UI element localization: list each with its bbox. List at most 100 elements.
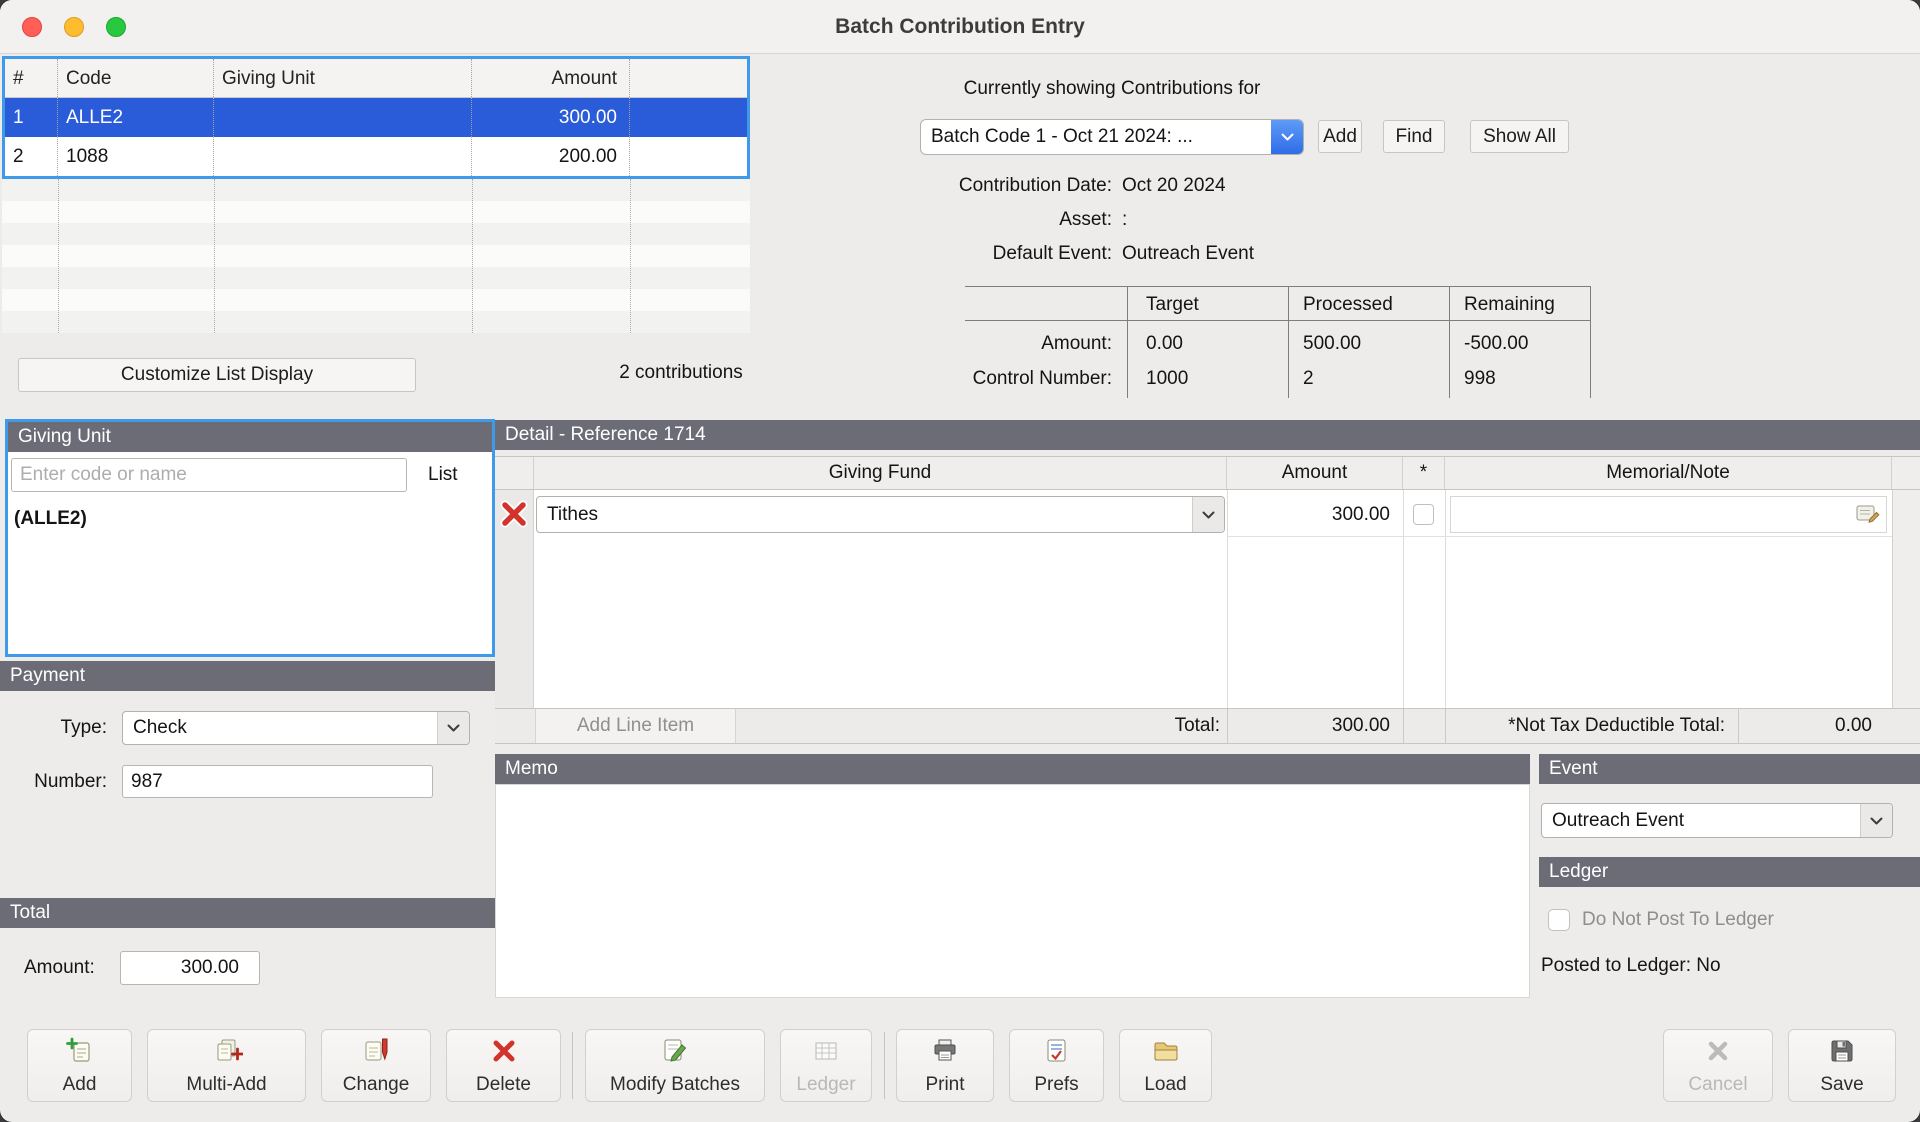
posted-to-ledger-status: Posted to Ledger: No [1541,953,1721,979]
batch-select[interactable]: Batch Code 1 - Oct 21 2024: ... [920,119,1304,155]
toolbar-prefs-label: Prefs [1034,1075,1078,1095]
multi-add-icon [210,1036,243,1072]
payment-number-input[interactable] [122,765,433,798]
line-item-ntd-checkbox[interactable] [1413,504,1434,525]
toolbar-cancel-label: Cancel [1688,1075,1747,1095]
memorial-note-field[interactable] [1450,496,1887,533]
cell-code: 1088 [58,137,214,176]
change-icon [361,1036,391,1072]
toolbar-print-button[interactable]: Print [896,1029,994,1102]
load-icon [1151,1036,1181,1072]
col-header-amount[interactable]: Amount [472,59,630,97]
toolbar-modify-batches-label: Modify Batches [610,1075,740,1095]
cell-code: ALLE2 [58,98,214,137]
ntd-total-value: 0.00 [1757,709,1872,743]
batch-find-button[interactable]: Find [1383,120,1445,153]
detail-section-header: Detail - Reference 1714 [495,420,1920,450]
cell-giving-unit [214,98,472,137]
toolbar-modify-batches-button[interactable]: Modify Batches [585,1029,765,1102]
contribution-row-1[interactable]: 1 ALLE2 300.00 [5,98,747,137]
toolbar-change-button[interactable]: Change [321,1029,431,1102]
giving-unit-search-input[interactable] [11,458,407,492]
memo-input[interactable] [495,784,1530,998]
cell-amount: 200.00 [472,137,630,176]
batch-add-button[interactable]: Add [1318,120,1362,153]
add-line-item-button[interactable]: Add Line Item [535,709,736,743]
toolbar-change-label: Change [343,1075,410,1095]
chevron-down-icon [1860,804,1892,837]
asset-label: Asset: [800,207,1112,233]
delete-icon [489,1036,519,1072]
toolbar-print-label: Print [925,1075,964,1095]
cancel-icon [1703,1036,1733,1072]
window-title: Batch Contribution Entry [0,0,1920,54]
toolbar-add-button[interactable]: Add [27,1029,132,1102]
detail-col-gutter-right [1892,457,1920,489]
toolbar-delete-button[interactable]: Delete [446,1029,561,1102]
detail-col-fund: Giving Fund [534,457,1227,489]
contribution-date-value: Oct 20 2024 [1122,173,1226,199]
detail-col-star: * [1403,457,1445,489]
footer-divider [1227,709,1228,743]
col-header-num[interactable]: # [5,59,58,97]
total-amount-field[interactable] [120,951,260,985]
col-header-extra [630,59,747,97]
detail-total-label: Total: [995,709,1220,743]
memorial-note-icon[interactable] [1855,502,1881,532]
show-all-button[interactable]: Show All [1470,120,1569,153]
add-icon [65,1036,95,1072]
batch-heading: Currently showing Contributions for [920,76,1304,102]
cell-extra [630,98,747,137]
detail-scrollbar-track[interactable] [1892,490,1920,708]
cell-amount: 300.00 [472,98,630,137]
column-divider [1227,490,1228,708]
contribution-row-2[interactable]: 2 1088 200.00 [5,137,747,176]
toolbar-multi-add-label: Multi-Add [186,1075,266,1095]
default-event-label: Default Event: [800,241,1112,267]
payment-type-select[interactable]: Check [122,711,470,745]
ntd-total-label: *Not Tax Deductible Total: [1453,709,1725,743]
ledger-section-header: Ledger [1539,857,1920,887]
giving-unit-section-header: Giving Unit [8,422,492,452]
contributions-empty-rows [2,179,750,333]
chevron-down-icon [1192,497,1224,532]
column-divider [630,179,631,333]
toolbar-prefs-button[interactable]: Prefs [1009,1029,1104,1102]
contribution-date-label: Contribution Date: [800,173,1112,199]
footer-divider [1403,709,1404,743]
payment-type-value: Check [123,717,437,739]
event-select[interactable]: Outreach Event [1541,803,1893,838]
toolbar-multi-add-button[interactable]: Multi-Add [147,1029,306,1102]
column-divider [58,179,59,333]
customize-list-display-button[interactable]: Customize List Display [18,358,416,392]
col-header-code[interactable]: Code [58,59,214,97]
line-item-amount[interactable]: 300.00 [1240,496,1390,533]
column-divider [1445,490,1446,708]
giving-unit-list-button[interactable]: List [428,458,458,492]
summary-amount-processed: 500.00 [1303,331,1361,357]
total-amount-label: Amount: [24,955,95,981]
detail-col-amount: Amount [1227,457,1403,489]
toolbar-load-button[interactable]: Load [1119,1029,1212,1102]
giving-fund-value: Tithes [537,504,1192,526]
do-not-post-checkbox[interactable] [1548,909,1570,931]
toolbar-save-button[interactable]: Save [1788,1029,1896,1102]
summary-amount-label: Amount: [860,331,1112,357]
delete-line-item-icon[interactable] [497,497,531,537]
summary-line [1288,286,1289,398]
chevron-down-icon [1271,120,1303,154]
selected-giving-unit-code: (ALLE2) [14,508,87,530]
row-divider [1227,536,1892,537]
ledger-icon [811,1036,841,1072]
summary-line [965,286,1590,287]
giving-fund-select[interactable]: Tithes [536,496,1225,533]
column-divider [1403,490,1404,708]
toolbar-divider [572,1032,573,1099]
summary-amount-target: 0.00 [1146,331,1183,357]
contributions-list: # Code Giving Unit Amount 1 ALLE2 300.00… [2,56,750,179]
detail-col-gutter [495,457,534,489]
col-header-giving-unit[interactable]: Giving Unit [214,59,472,97]
print-icon [930,1036,960,1072]
contributions-header-row: # Code Giving Unit Amount [5,59,747,98]
total-section-header: Total [0,898,495,928]
